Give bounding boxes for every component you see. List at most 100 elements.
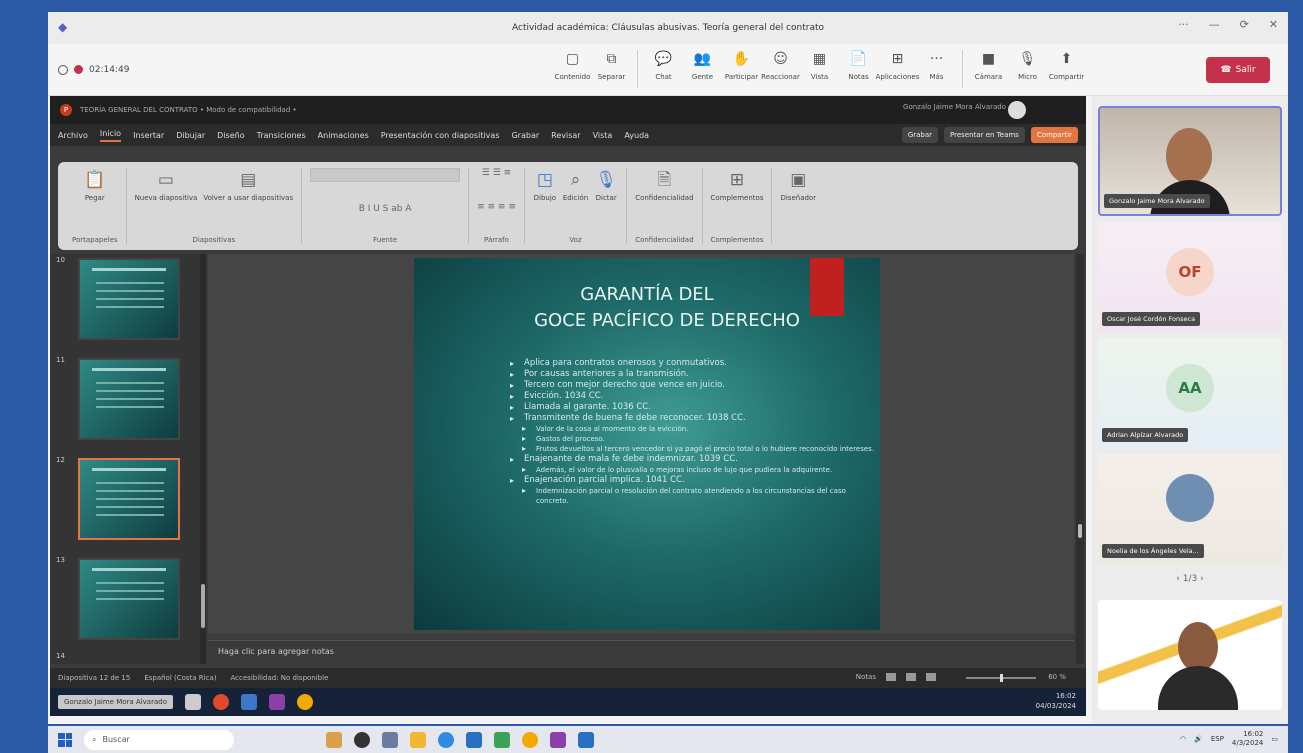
menu-inicio[interactable]: Inicio [99, 129, 122, 142]
zoom-level[interactable]: 60 % [1048, 673, 1066, 681]
language-status[interactable]: Español (Costa Rica) [144, 674, 216, 682]
share-icon: ⬆ [1060, 51, 1073, 67]
content-button[interactable]: ▢ Contenido [553, 50, 592, 88]
language-indicator[interactable]: ESP [1211, 735, 1224, 743]
participant-tile[interactable] [1098, 600, 1282, 710]
notes-button[interactable]: 📄 Notas [839, 50, 878, 88]
participant-tile[interactable]: Noelia de los Ángeles Vela... [1098, 454, 1282, 564]
ppt-share-button[interactable]: Compartir [1030, 127, 1078, 143]
pager-prev[interactable]: ‹ [1176, 574, 1180, 584]
teams-icon[interactable] [550, 731, 566, 748]
thumbnail-scrollbar[interactable] [200, 254, 206, 664]
chrome-icon[interactable] [522, 731, 538, 748]
system-tray: ◠ 🔊 ESP 16:02 4/3/2024 ▭ [1180, 730, 1278, 748]
taskbar-search[interactable]: ⌕ Buscar [84, 729, 234, 750]
reading-view-icon[interactable] [926, 673, 936, 681]
avatar [1008, 101, 1026, 119]
windows-start-icon[interactable] [58, 732, 72, 747]
volume-icon[interactable]: 🔊 [1194, 735, 1203, 743]
separate-button[interactable]: ⧉ Separar [592, 50, 631, 88]
raise-hand-button[interactable]: ✋ Participar [722, 50, 761, 88]
chat-button[interactable]: 💬 Chat [644, 50, 683, 88]
menu-vista[interactable]: Vista [593, 131, 613, 140]
notes-toggle[interactable]: Notas [856, 673, 876, 681]
window-titlebar: ◆ Actividad académica: Cláusulas abusiva… [48, 12, 1288, 44]
camera-button[interactable]: ■ Cámara [969, 50, 1008, 88]
slide-thumbnail[interactable] [78, 258, 180, 340]
menu-ayuda[interactable]: Ayuda [624, 131, 649, 140]
react-button[interactable]: ☺ Reaccionar [761, 50, 800, 88]
app-icon[interactable] [578, 731, 594, 748]
edge-icon[interactable] [438, 731, 454, 748]
people-button[interactable]: 👥 Gente [683, 50, 722, 88]
menu-revisar[interactable]: Revisar [551, 131, 580, 140]
zoom-slider[interactable] [966, 674, 1036, 682]
current-slide[interactable]: GARANTÍA DEL GOCE PACÍFICO DE DERECHO Ap… [414, 258, 880, 630]
leave-button[interactable]: ☎ Salir [1206, 57, 1270, 83]
slide-scrollbar[interactable] [1076, 254, 1084, 664]
menu-dibujar[interactable]: Dibujar [176, 131, 205, 140]
notification-icon[interactable]: ▭ [1271, 735, 1278, 743]
record-button[interactable]: Grabar [901, 127, 939, 143]
menu-animaciones[interactable]: Animaciones [318, 131, 369, 140]
wifi-icon[interactable]: ◠ [1180, 735, 1186, 743]
slide-bullet: Aplica para contratos onerosos y conmuta… [510, 358, 880, 369]
addins-icon: ⊞ [729, 170, 745, 190]
participant-tile[interactable]: AA Adrian Alpízar Alvarado [1098, 338, 1282, 448]
participant-tile[interactable]: Gonzalo Jaime Mora Alvarado [1098, 106, 1282, 216]
slide-bullet: Transmitente de buena fe debe reconocer.… [510, 413, 880, 424]
share-button[interactable]: ⬆ Compartir [1047, 50, 1086, 88]
designer-button[interactable]: ▣ Diseñador [780, 168, 816, 202]
settings-icon [184, 694, 201, 710]
thumb-number: 10 [56, 256, 65, 264]
slide-counter: Diapositiva 12 de 15 [58, 674, 131, 682]
app-icon[interactable] [354, 731, 370, 748]
apps-button[interactable]: ⊞ Aplicaciones [876, 50, 920, 88]
briefcase-icon[interactable] [326, 731, 342, 748]
windows-taskbar: ⌕ Buscar ◠ 🔊 ESP 16:02 4/3/2024 ▭ [48, 726, 1288, 753]
slide-title: GARANTÍA DEL GOCE PACÍFICO DE DERECHO [534, 284, 800, 331]
app-icon[interactable] [382, 731, 398, 748]
more-button[interactable]: ··· Más [917, 50, 956, 88]
minimize-button[interactable]: — [1209, 18, 1220, 31]
ppt-titlebar: P TEORÍA GENERAL DEL CONTRATO • Modo de … [50, 96, 1086, 124]
more-window-button[interactable]: ··· [1178, 18, 1189, 31]
paste-button[interactable]: 📋 Pegar [83, 168, 107, 202]
menu-insertar[interactable]: Insertar [133, 131, 164, 140]
menu-presentacion[interactable]: Presentación con diapositivas [381, 131, 500, 140]
menu-archivo[interactable]: Archivo [58, 131, 88, 140]
slide-thumbnail-selected[interactable] [78, 458, 180, 540]
file-explorer-icon[interactable] [410, 731, 426, 748]
reuse-slides-button[interactable]: ▤ Volver a usar diapositivas [203, 168, 293, 202]
menu-transiciones[interactable]: Transiciones [257, 131, 306, 140]
menu-grabar[interactable]: Grabar [511, 131, 539, 140]
font-selector[interactable] [310, 168, 461, 182]
accessibility-status[interactable]: Accesibilidad: No disponible [231, 674, 329, 682]
participant-tile[interactable]: OF Oscar José Cordón Fonseca [1098, 222, 1282, 332]
dictate-button[interactable]: 🎙 Dictar [594, 168, 618, 202]
menu-diseno[interactable]: Diseño [217, 131, 244, 140]
meeting-toolbar: 02:14:49 ▢ Contenido ⧉ Separar 💬 Chat 👥 Gent… [48, 44, 1288, 96]
view-button[interactable]: ▦ Vista [800, 50, 839, 88]
taskbar-clock[interactable]: 16:02 4/3/2024 [1232, 730, 1263, 748]
addins-button[interactable]: ⊞ Complementos [711, 168, 764, 202]
mic-button[interactable]: 🎙 Micro [1008, 50, 1047, 88]
app-icon[interactable] [494, 731, 510, 748]
slide-thumbnail[interactable] [78, 558, 180, 640]
slide-sub-bullet: Gastos del proceso. [510, 434, 880, 444]
app-icon[interactable] [466, 731, 482, 748]
present-in-teams-button[interactable]: Presentar en Teams [944, 127, 1025, 143]
drawing-button[interactable]: ◳ Dibujo [533, 168, 557, 202]
new-slide-button[interactable]: ▭ Nueva diapositiva [135, 168, 198, 202]
sorter-view-icon[interactable] [906, 673, 916, 681]
normal-view-icon[interactable] [886, 673, 896, 681]
shapes-icon: ◳ [536, 170, 553, 190]
close-button[interactable]: ✕ [1269, 18, 1278, 31]
powerpoint-shared-window: P TEORÍA GENERAL DEL CONTRATO • Modo de … [50, 96, 1086, 716]
pager-next[interactable]: › [1200, 574, 1204, 584]
maximize-button[interactable]: ⟳ [1240, 18, 1249, 31]
slide-thumbnail[interactable] [78, 358, 180, 440]
notes-pane[interactable]: Haga clic para agregar notas [208, 640, 1074, 664]
editing-button[interactable]: ⌕ Edición [563, 168, 588, 202]
confidentiality-button[interactable]: 🗎 Confidencialidad [635, 168, 693, 202]
